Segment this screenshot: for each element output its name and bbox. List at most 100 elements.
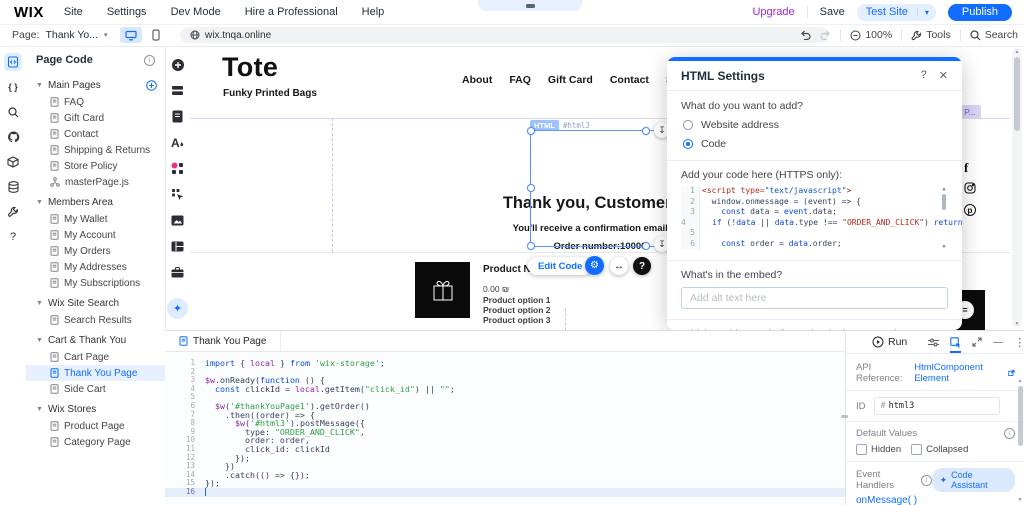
ai-assistant-button[interactable]: ✦	[167, 298, 188, 319]
tool-add-section[interactable]	[169, 82, 186, 99]
search-button[interactable]: Search	[970, 29, 1018, 41]
menu-dev-mode[interactable]: Dev Mode	[171, 6, 221, 18]
info-icon[interactable]: i	[144, 55, 155, 66]
packages-button[interactable]	[4, 153, 22, 171]
panel-scrollbar[interactable]: ▲▼	[1016, 378, 1024, 503]
tree-section-wix-stores[interactable]: ▼Wix Stores	[26, 400, 165, 418]
code-line[interactable]: 1<script type="text/javascript">	[681, 186, 948, 197]
sidebar-item-my-wallet[interactable]: My Wallet	[26, 211, 165, 227]
checkbox-icon[interactable]	[911, 444, 922, 455]
dev-tools-button[interactable]	[4, 203, 22, 221]
sidebar-item-shipping-returns[interactable]: Shipping & Returns	[26, 142, 165, 158]
facebook-icon[interactable]: f	[964, 160, 968, 176]
upgrade-link[interactable]: Upgrade	[752, 6, 794, 18]
site-nav-about[interactable]: About	[462, 74, 492, 86]
code-line[interactable]: 12 });	[165, 454, 845, 463]
code-line[interactable]: 3 const data = event.data;	[681, 207, 948, 218]
menu-help[interactable]: Help	[362, 6, 385, 18]
sidebar-item-product-page[interactable]: Product Page	[26, 418, 165, 434]
help-fab-button[interactable]: ?	[633, 257, 651, 275]
sidebar-item-contact[interactable]: Contact	[26, 126, 165, 142]
caret-down-icon[interactable]: ▼	[36, 300, 43, 307]
radio-off-icon[interactable]	[683, 120, 693, 130]
github-button[interactable]	[4, 128, 22, 146]
page-code-editor[interactable]: 1import { local } from 'wix-storage';23$…	[165, 352, 845, 497]
tools-button[interactable]: Tools	[911, 29, 951, 41]
site-logo-text[interactable]: Tote	[222, 52, 278, 83]
scrollbar-thumb[interactable]	[1014, 57, 1020, 131]
info-icon[interactable]: i	[1004, 428, 1015, 439]
code-line[interactable]: 2 window.onmessage = (event) => {	[681, 197, 948, 208]
site-tagline[interactable]: Funky Printed Bags	[223, 88, 317, 99]
sidebar-item-search-results[interactable]: Search Results	[26, 312, 165, 328]
sidebar-item-my-addresses[interactable]: My Addresses	[26, 259, 165, 275]
sidebar-item-faq[interactable]: FAQ	[26, 94, 165, 110]
help-button[interactable]: ?	[4, 228, 22, 246]
product-price[interactable]: 0.00 ₪	[483, 284, 509, 294]
databases-button[interactable]	[4, 178, 22, 196]
checkbox-icon[interactable]	[856, 444, 867, 455]
code-line[interactable]: 6 const order = data.order;	[681, 239, 948, 250]
instagram-icon[interactable]	[964, 182, 976, 194]
public-code-button[interactable]: { }	[4, 78, 22, 96]
redo-button[interactable]	[820, 30, 831, 40]
code-search-button[interactable]	[4, 103, 22, 121]
api-reference-link[interactable]: HtmlComponent Element	[914, 362, 1005, 384]
resize-handle[interactable]	[527, 184, 535, 192]
settings-button[interactable]: ⚙	[585, 256, 604, 275]
caret-down-icon[interactable]: ▼	[36, 82, 43, 89]
code-assistant-button[interactable]: ✦ Code Assistant	[932, 468, 1015, 492]
code-line[interactable]: 5	[681, 228, 948, 239]
code-line[interactable]: 16	[165, 488, 845, 497]
add-page-button[interactable]	[146, 80, 157, 91]
caret-down-icon[interactable]: ▼	[36, 337, 43, 344]
sidebar-item-my-account[interactable]: My Account	[26, 227, 165, 243]
desktop-view-button[interactable]	[120, 27, 142, 43]
tool-business[interactable]	[169, 264, 186, 281]
page-selector[interactable]: Page: Thank Yo... ▾	[12, 24, 108, 46]
menu-hire-a-professional[interactable]: Hire a Professional	[245, 6, 338, 18]
pinterest-icon[interactable]: p	[964, 204, 976, 216]
publish-button[interactable]: Publish	[948, 4, 1012, 21]
alt-text-input[interactable]: Add alt text here	[681, 287, 948, 309]
dialog-code-editor[interactable]: 1<script type="text/javascript">2 window…	[681, 186, 948, 250]
tool-page[interactable]	[169, 108, 186, 125]
code-line[interactable]: 14 .catch(() => {});	[165, 471, 845, 480]
site-nav-gift-card[interactable]: Gift Card	[548, 74, 593, 86]
sidebar-item-side-cart[interactable]: Side Cart	[26, 381, 165, 397]
canvas-scrollbar[interactable]: ▲ ▼	[1012, 48, 1022, 328]
handler-onmessage[interactable]: onMessage( )	[846, 492, 1024, 505]
sidebar-item-my-orders[interactable]: My Orders	[26, 243, 165, 259]
menu-site[interactable]: Site	[64, 6, 83, 18]
tool-add-elements[interactable]	[169, 56, 186, 73]
sidebar-item-gift-card[interactable]: Gift Card	[26, 110, 165, 126]
caret-down-icon[interactable]: ▼	[36, 406, 43, 413]
tree-section-members-area[interactable]: ▼Members Area	[26, 193, 165, 211]
topbar-collapse-handle[interactable]	[478, 0, 582, 11]
element-id-input[interactable]: # html3	[874, 397, 1000, 415]
menu-settings[interactable]: Settings	[107, 6, 147, 18]
chevron-down-icon[interactable]: ▾	[917, 8, 936, 17]
hidden-checkbox[interactable]: Hidden	[856, 444, 901, 455]
undo-button[interactable]	[800, 30, 811, 40]
tool-app-market[interactable]	[169, 160, 186, 177]
sidebar-item-masterpage-js[interactable]: masterPage.js	[26, 174, 165, 190]
info-icon[interactable]: i	[921, 475, 931, 486]
product-image[interactable]	[415, 262, 470, 318]
radio-code[interactable]: Code	[683, 138, 948, 150]
radio-website-address[interactable]: Website address	[683, 119, 948, 131]
tool-media[interactable]	[169, 212, 186, 229]
sidebar-item-store-policy[interactable]: Store Policy	[26, 158, 165, 174]
tool-cms[interactable]	[169, 186, 186, 203]
scroll-down-icon[interactable]: ▼	[1012, 321, 1022, 327]
site-nav-faq[interactable]: FAQ	[509, 74, 531, 86]
tree-section-cart-thank-you[interactable]: ▼Cart & Thank You	[26, 331, 165, 349]
zoom-out-control[interactable]: 100%	[850, 29, 892, 41]
resize-handle[interactable]	[642, 242, 650, 250]
code-line[interactable]: 15});	[165, 479, 845, 488]
mobile-view-button[interactable]	[148, 27, 164, 43]
url-bar[interactable]: wix.tnqa.online	[180, 27, 828, 43]
save-button[interactable]: Save	[820, 6, 845, 18]
page-code-panel-button[interactable]	[4, 53, 22, 71]
sidebar-item-thank-you-page[interactable]: Thank You Page	[26, 365, 165, 381]
